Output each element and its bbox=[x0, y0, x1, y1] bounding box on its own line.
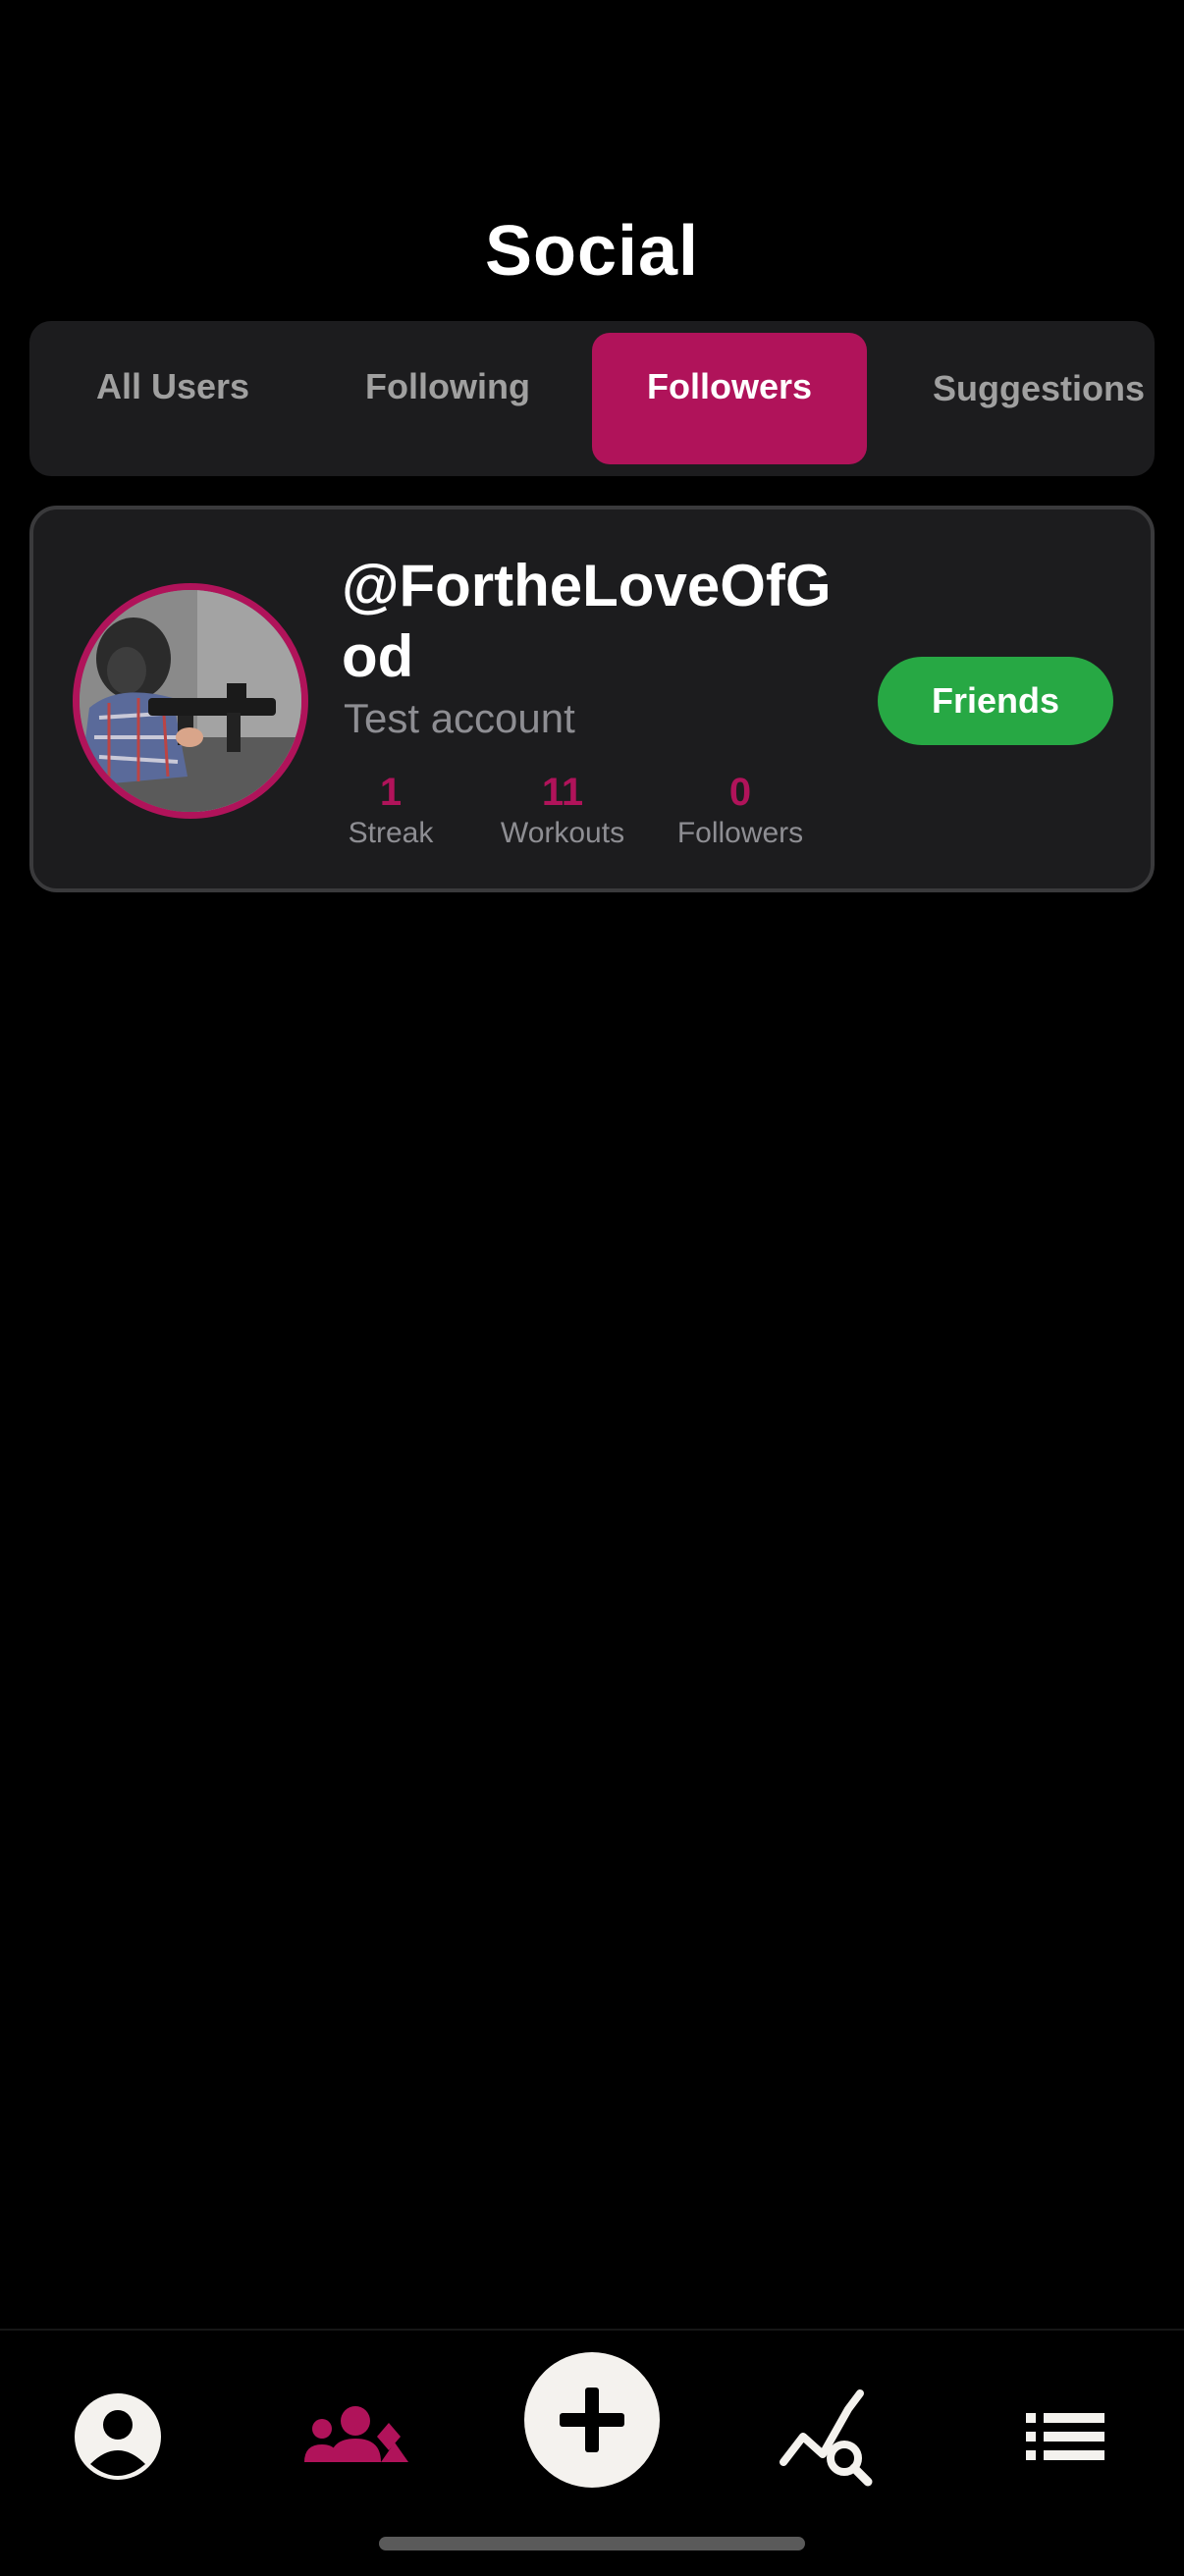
user-bio: Test account bbox=[344, 695, 575, 741]
social-tab-bar: All Users Following Followers Suggestion… bbox=[29, 321, 1155, 476]
stat-streak: 1 Streak bbox=[344, 770, 438, 852]
user-card[interactable]: @FortheLoveOfGod Test account 1 Streak 1… bbox=[29, 506, 1155, 892]
avatar-photo bbox=[80, 590, 301, 812]
nav-trends[interactable] bbox=[760, 2368, 897, 2505]
stat-followers: 0 Followers bbox=[640, 770, 840, 852]
profile-icon bbox=[75, 2393, 161, 2480]
stat-followers-label: Followers bbox=[676, 817, 804, 849]
tab-all-users[interactable]: All Users bbox=[41, 333, 304, 464]
friends-button[interactable]: Friends bbox=[878, 657, 1113, 745]
tab-suggestions[interactable]: Suggestions bbox=[880, 333, 1145, 464]
stat-workouts-value: 11 bbox=[541, 771, 584, 814]
stat-streak-label: Streak bbox=[348, 817, 434, 849]
list-icon bbox=[1026, 2413, 1104, 2460]
add-icon bbox=[524, 2352, 660, 2488]
nav-profile[interactable] bbox=[49, 2368, 187, 2505]
stat-workouts-label: Workouts bbox=[500, 817, 625, 849]
stat-workouts: 11 Workouts bbox=[471, 770, 654, 852]
stat-streak-value: 1 bbox=[379, 771, 403, 814]
nav-add[interactable] bbox=[522, 2350, 662, 2490]
nav-list[interactable] bbox=[996, 2368, 1134, 2505]
tab-followers[interactable]: Followers bbox=[592, 333, 867, 464]
home-indicator[interactable] bbox=[379, 2537, 805, 2550]
stat-followers-value: 0 bbox=[728, 771, 752, 814]
trends-search-icon bbox=[780, 2389, 873, 2487]
nav-social[interactable] bbox=[287, 2368, 424, 2505]
avatar[interactable] bbox=[73, 583, 308, 819]
tab-suggestions-label: Suggestions bbox=[933, 368, 1146, 408]
page-title: Social bbox=[484, 212, 700, 291]
social-icon bbox=[304, 2406, 408, 2462]
tab-following[interactable]: Following bbox=[316, 333, 579, 464]
username: @FortheLoveOfGod bbox=[342, 553, 832, 689]
